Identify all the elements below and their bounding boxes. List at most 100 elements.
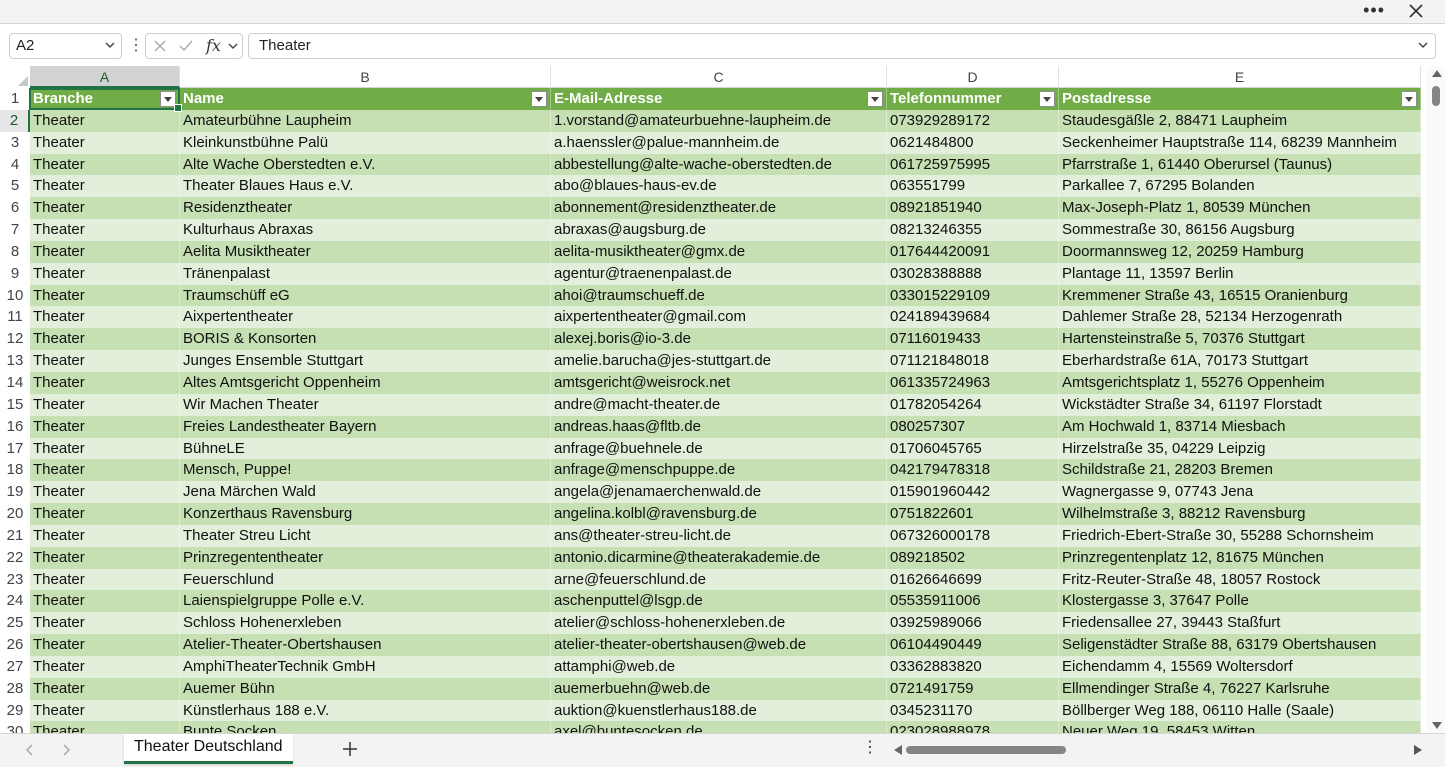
cell-name[interactable]: Theater Blaues Haus e.V. (180, 175, 551, 198)
row-number[interactable]: 17 (0, 438, 30, 460)
vertical-scroll-thumb[interactable] (1432, 86, 1440, 106)
cell-phone[interactable]: 01782054264 (887, 393, 1059, 416)
cell-phone[interactable]: 08921851940 (887, 197, 1059, 220)
cell-branche[interactable]: Theater (30, 546, 180, 569)
cell-email[interactable]: a.haenssler@palue-mannheim.de (551, 131, 887, 154)
cell-name[interactable]: Amateurbühne Laupheim (180, 109, 551, 132)
cell-branche[interactable]: Theater (30, 350, 180, 372)
row-number[interactable]: 10 (0, 285, 30, 307)
cell-branche[interactable]: Theater (30, 219, 180, 241)
cell-branche[interactable]: Theater (30, 612, 180, 635)
cell-address[interactable]: Wagnergasse 9, 07743 Jena (1059, 481, 1421, 504)
cell-email[interactable]: 1.vorstand@amateurbuehne-laupheim.de (551, 109, 887, 132)
cell-email[interactable]: abonnement@residenztheater.de (551, 197, 887, 220)
cell-branche[interactable]: Theater (30, 131, 180, 154)
cell-phone[interactable]: 061725975995 (887, 153, 1059, 176)
cell-address[interactable]: Wickstädter Straße 34, 61197 Florstadt (1059, 393, 1421, 416)
more-options-button[interactable]: ••• (1363, 0, 1385, 22)
cell-branche[interactable]: Theater (30, 481, 180, 504)
cell-phone[interactable]: 08213246355 (887, 219, 1059, 241)
cell-phone[interactable]: 071121848018 (887, 350, 1059, 372)
cell-phone[interactable]: 033015229109 (887, 284, 1059, 307)
cell-branche[interactable]: Theater (30, 197, 180, 220)
cell-email[interactable]: angela@jenamaerchenwald.de (551, 481, 887, 504)
cell-name[interactable]: Künstlerhaus 188 e.V. (180, 699, 551, 722)
cell-email[interactable]: antonio.dicarmine@theaterakademie.de (551, 546, 887, 569)
cell-phone[interactable]: 017644420091 (887, 240, 1059, 263)
cell-name[interactable]: Alte Wache Oberstedten e.V. (180, 153, 551, 176)
row-number[interactable]: 6 (0, 197, 30, 219)
expand-formula-bar-icon[interactable] (1416, 38, 1430, 52)
cell-address[interactable]: Seligenstädter Straße 88, 63179 Obertsha… (1059, 634, 1421, 656)
sheet-tab[interactable]: Theater Deutschland (124, 734, 293, 764)
cell-branche[interactable]: Theater (30, 568, 180, 591)
cell-name[interactable]: Prinzregententheater (180, 546, 551, 569)
cell-email[interactable]: arne@feuerschlund.de (551, 568, 887, 591)
cell-address[interactable]: Ellmendinger Straße 4, 76227 Karlsruhe (1059, 677, 1421, 700)
cell-phone[interactable]: 073929289172 (887, 109, 1059, 132)
row-number[interactable]: 21 (0, 525, 30, 547)
cell-branche[interactable]: Theater (30, 634, 180, 656)
cell-email[interactable]: atelier-theater-obertshausen@web.de (551, 634, 887, 656)
cell-name[interactable]: Residenztheater (180, 197, 551, 220)
cell-phone[interactable]: 0345231170 (887, 699, 1059, 722)
cell-email[interactable]: amelie.barucha@jes-stuttgart.de (551, 350, 887, 372)
cell-address[interactable]: Böllberger Weg 188, 06110 Halle (Saale) (1059, 699, 1421, 722)
cell-email[interactable]: anfrage@menschpuppe.de (551, 459, 887, 482)
cell-address[interactable]: Am Hochwald 1, 83714 Miesbach (1059, 415, 1421, 438)
cell-branche[interactable]: Theater (30, 306, 180, 329)
row-number[interactable]: 29 (0, 700, 30, 722)
row-number[interactable]: 30 (0, 721, 30, 733)
cell-email[interactable]: atelier@schloss-hohenerxleben.de (551, 612, 887, 635)
cell-email[interactable]: abraxas@augsburg.de (551, 219, 887, 241)
cell-phone[interactable]: 089218502 (887, 546, 1059, 569)
cell-phone[interactable]: 024189439684 (887, 306, 1059, 329)
cell-address[interactable]: Hirzelstraße 35, 04229 Leipzig (1059, 437, 1421, 460)
cell-phone[interactable]: 01706045765 (887, 437, 1059, 460)
column-header-d[interactable]: D (887, 66, 1059, 88)
cell-phone[interactable]: 06104490449 (887, 634, 1059, 656)
cell-name[interactable]: Atelier-Theater-Obertshausen (180, 634, 551, 656)
scroll-down-arrow-icon[interactable] (1432, 722, 1442, 729)
row-number[interactable]: 25 (0, 612, 30, 634)
cell-name[interactable]: Jena Märchen Wald (180, 481, 551, 504)
cell-email[interactable]: andre@macht-theater.de (551, 393, 887, 416)
cell-email[interactable]: amtsgericht@weisrock.net (551, 371, 887, 394)
header-cell-branche[interactable]: Branche (30, 88, 180, 110)
cell-branche[interactable]: Theater (30, 655, 180, 678)
cell-name[interactable]: BORIS & Konsorten (180, 328, 551, 351)
cell-name[interactable]: Feuerschlund (180, 568, 551, 591)
row-number[interactable]: 7 (0, 219, 30, 241)
cell-email[interactable]: attamphi@web.de (551, 655, 887, 678)
cell-address[interactable]: Dahlemer Straße 28, 52134 Herzogenrath (1059, 306, 1421, 329)
header-cell-name[interactable]: Name (180, 88, 551, 110)
cell-phone[interactable]: 0621484800 (887, 131, 1059, 154)
cell-email[interactable]: auemerbuehn@web.de (551, 677, 887, 700)
cell-name[interactable]: BühneLE (180, 437, 551, 460)
cell-branche[interactable]: Theater (30, 437, 180, 460)
column-header-a[interactable]: A (30, 66, 180, 88)
next-sheet-icon[interactable] (58, 742, 74, 758)
row-number[interactable]: 4 (0, 154, 30, 176)
cell-email[interactable]: agentur@traenenpalast.de (551, 262, 887, 285)
select-all-corner[interactable] (0, 66, 30, 88)
header-cell-phone[interactable]: Telefonnummer (887, 88, 1059, 110)
row-number[interactable]: 27 (0, 656, 30, 678)
formula-input[interactable]: Theater (248, 33, 1436, 59)
previous-sheet-icon[interactable] (22, 742, 38, 758)
row-number[interactable]: 15 (0, 394, 30, 416)
cell-branche[interactable]: Theater (30, 284, 180, 307)
cell-email[interactable]: abbestellung@alte-wache-oberstedten.de (551, 153, 887, 176)
scroll-up-arrow-icon[interactable] (1432, 70, 1442, 77)
cell-phone[interactable]: 067326000178 (887, 524, 1059, 547)
cell-email[interactable]: ans@theater-streu-licht.de (551, 524, 887, 547)
cell-name[interactable]: Junges Ensemble Stuttgart (180, 350, 551, 372)
cell-branche[interactable]: Theater (30, 262, 180, 285)
cell-name[interactable]: Wir Machen Theater (180, 393, 551, 416)
filter-dropdown-icon[interactable] (867, 91, 883, 107)
row-number[interactable]: 2 (0, 109, 30, 132)
cell-email[interactable]: angelina.kolbl@ravensburg.de (551, 503, 887, 525)
row-number[interactable]: 12 (0, 328, 30, 350)
cell-name[interactable]: Freies Landestheater Bayern (180, 415, 551, 438)
close-icon[interactable] (1407, 2, 1425, 20)
